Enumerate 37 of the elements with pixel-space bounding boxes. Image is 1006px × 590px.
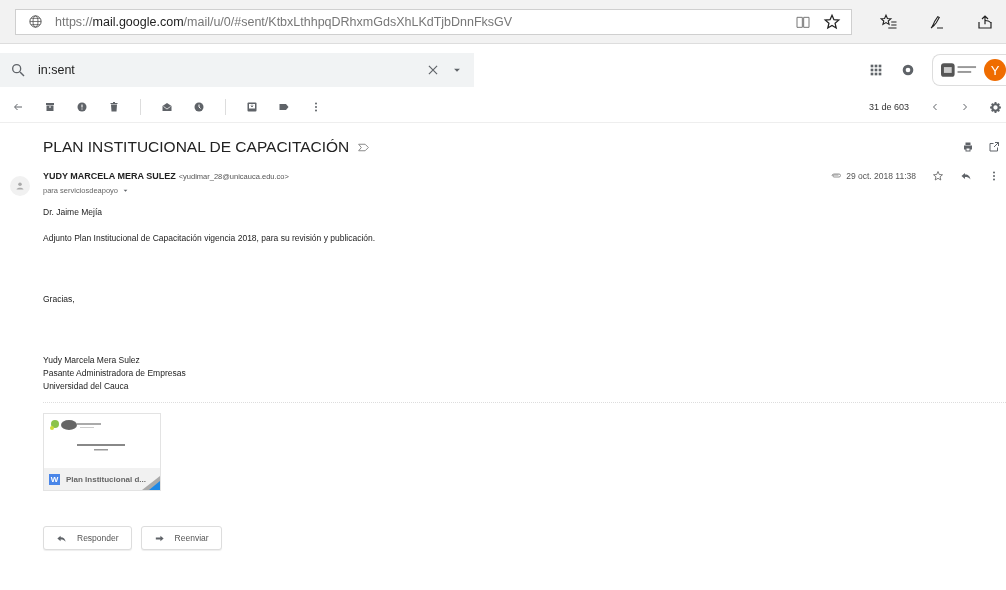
sender-name: YUDY MARCELA MERA SULEZ [43,171,176,181]
trash-icon[interactable] [108,101,120,113]
search-input[interactable]: in:sent [36,62,416,78]
reply-button[interactable]: Responder [43,526,132,550]
star-icon[interactable] [823,12,841,31]
body-text: Yudy Marcela Mera Sulez [43,354,141,367]
email-subject: PLAN INSTITUCIONAL DE CAPACITACIÓN [43,138,350,156]
pagination-text: 31 de 603 [868,102,909,112]
address-bar[interactable]: https://mail.google.com/mail/u/0/#sent/KtbxLthhpqDRhxmGdsXhLKdTjbDnnFksGV [15,8,852,35]
file-type-badge: W [49,473,60,485]
body-text: Adjunto Plan Institucional de Capacitación vigencia 2018, para su revisión y publicación. [43,232,377,245]
attachment-card[interactable]: W Plan Institucional d... [43,413,161,491]
settings-icon[interactable] [989,100,1002,114]
archive-icon[interactable] [44,101,56,113]
search-bar[interactable]: in:sent [0,53,474,87]
globe-icon [28,14,43,29]
attachment-name: Plan Institucional d... [66,474,146,484]
reply-icon[interactable] [960,170,972,182]
favorites-icon[interactable] [880,12,898,31]
clock-icon[interactable] [193,101,205,113]
email-date: 29 oct. 2018 11:38 [846,171,916,181]
apps-icon[interactable] [868,62,884,78]
search-icon[interactable] [10,62,26,78]
spam-icon[interactable] [76,101,88,113]
label-icon[interactable] [278,101,290,113]
body-text: Universidad del Cauca [43,380,130,393]
forward-button[interactable]: Reenviar [140,526,222,550]
body-text: Gracias, [43,293,76,306]
body-text: Pasante Administradora de Empresas [43,367,187,380]
body-text: Dr. Jaime Mejía [43,206,104,219]
print-icon[interactable] [962,141,974,153]
envelope-icon[interactable] [161,101,173,113]
close-icon[interactable] [426,63,440,77]
new-window-icon[interactable] [988,141,1000,153]
star-icon[interactable] [932,170,944,182]
notification-icon[interactable] [900,62,916,78]
move-to-inbox-icon[interactable] [246,101,258,113]
